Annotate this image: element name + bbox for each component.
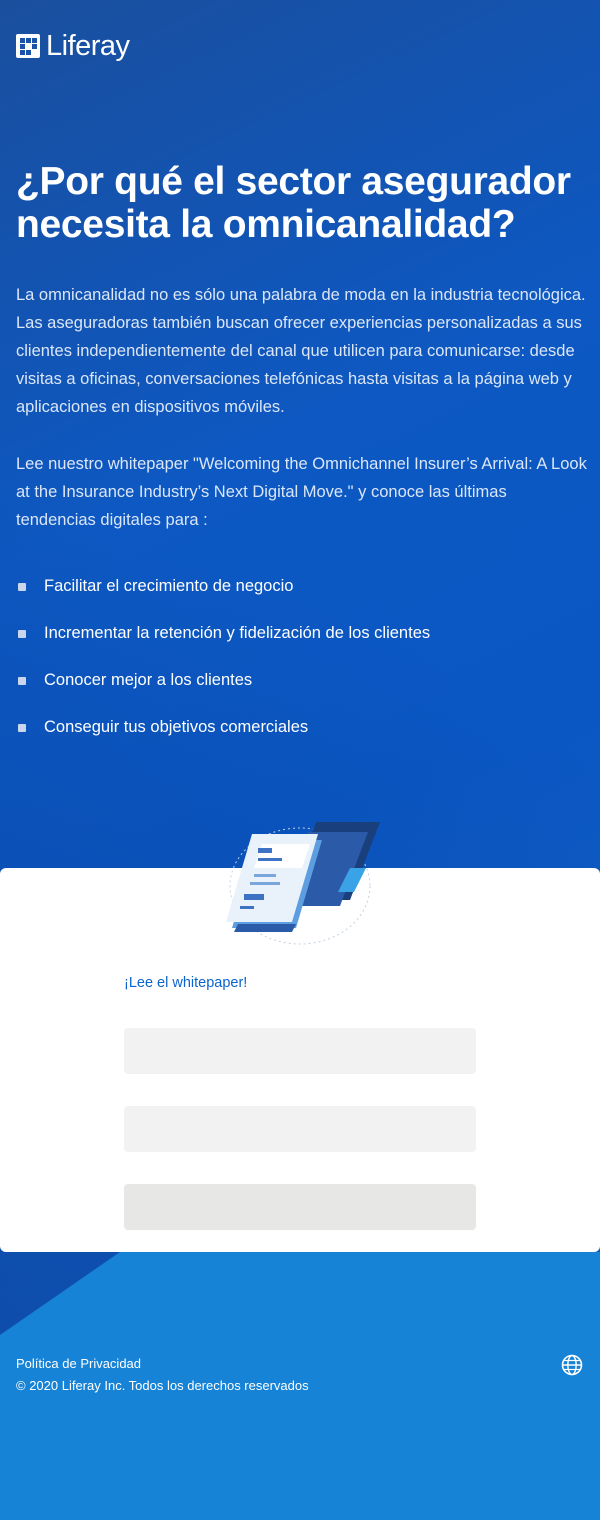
globe-icon[interactable] (561, 1354, 583, 1376)
whitepaper-illustration-icon (226, 822, 380, 945)
privacy-policy-link[interactable]: Política de Privacidad (16, 1356, 141, 1371)
intro-paragraph: La omnicanalidad no es sólo una palabra … (16, 286, 586, 416)
read-whitepaper-link[interactable]: ¡Lee el whitepaper! (124, 975, 247, 991)
list-item-text: Incrementar la retención y fidelización … (44, 624, 431, 642)
list-item: Facilitar el crecimiento de negocio (16, 563, 586, 610)
list-item-text: Conocer mejor a los clientes (44, 671, 253, 689)
list-item-text: Facilitar el crecimiento de negocio (44, 577, 294, 595)
bullet-icon (18, 582, 26, 591)
bullet-icon (18, 629, 26, 638)
form-field-1[interactable] (124, 1028, 476, 1074)
form-field-2[interactable] (124, 1106, 476, 1152)
list-item: Conocer mejor a los clientes (16, 657, 586, 704)
list-item-text: Conseguir tus objetivos comerciales (44, 718, 309, 736)
bullet-icon (18, 676, 26, 685)
copyright-text: © 2020 Liferay Inc. Todos los derechos r… (16, 1378, 309, 1393)
submit-button[interactable] (124, 1184, 476, 1230)
benefits-list: Facilitar el crecimiento de negocio Incr… (16, 563, 586, 751)
whitepaper-paragraph: Lee nuestro whitepaper "Welcoming the Om… (16, 455, 587, 529)
logo-text: Liferay (46, 30, 130, 62)
list-item: Conseguir tus objetivos comerciales (16, 704, 586, 751)
bullet-icon (18, 723, 26, 732)
list-item: Incrementar la retención y fidelización … (16, 610, 586, 657)
liferay-logo-icon (16, 34, 40, 58)
page-title: ¿Por qué el sector asegurador necesita l… (16, 160, 571, 246)
logo[interactable]: Liferay (16, 30, 130, 62)
